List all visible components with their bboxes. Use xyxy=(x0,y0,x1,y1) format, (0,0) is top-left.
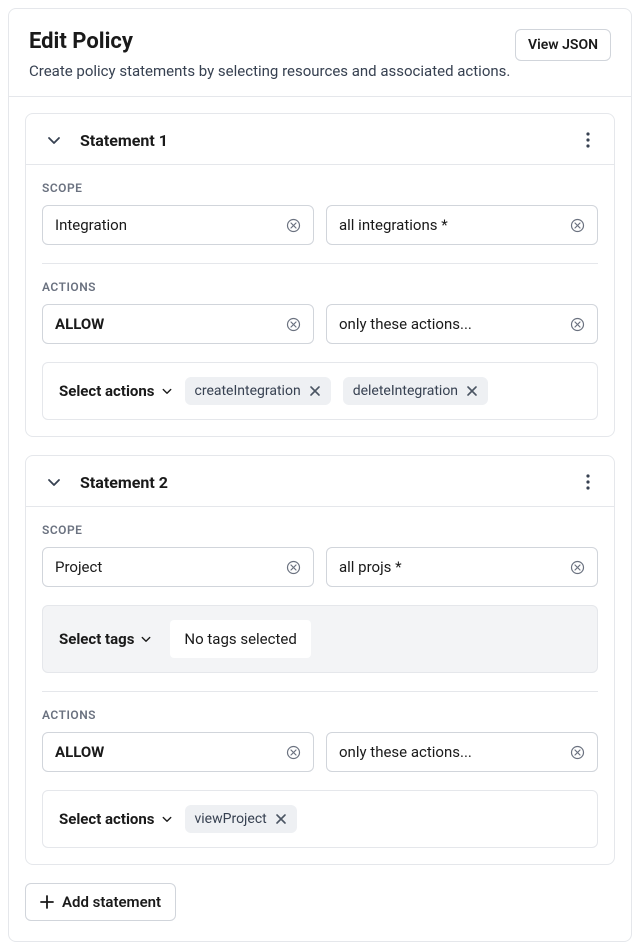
collapse-toggle[interactable] xyxy=(42,470,66,494)
more-vertical-icon xyxy=(586,474,590,490)
effect-value: ALLOW xyxy=(55,315,104,333)
remove-chip-button[interactable] xyxy=(466,385,478,397)
scope-target-select[interactable]: all integrations * xyxy=(326,205,598,245)
effect-value: ALLOW xyxy=(55,743,104,761)
statement-title: Statement 1 xyxy=(80,131,168,150)
remove-chip-button[interactable] xyxy=(309,385,321,397)
scope-label: SCOPE xyxy=(42,523,598,537)
statement-body: SCOPE Project all projs * xyxy=(26,507,614,864)
scope-type-select[interactable]: Project xyxy=(42,547,314,587)
scope-label: SCOPE xyxy=(42,181,598,195)
clear-circle-icon[interactable] xyxy=(570,560,585,575)
statement-body: SCOPE Integration all integrations * xyxy=(26,165,614,436)
close-icon xyxy=(275,813,287,825)
scope-target-value: all projs * xyxy=(339,558,402,576)
page-subtitle: Create policy statements by selecting re… xyxy=(29,62,611,80)
scope-target-value: all integrations * xyxy=(339,216,448,234)
action-chip: viewProject xyxy=(185,805,297,833)
clear-circle-icon[interactable] xyxy=(286,560,301,575)
more-vertical-icon xyxy=(586,132,590,148)
statement-card: Statement 1 SCOPE Integration xyxy=(25,113,615,437)
statement-title: Statement 2 xyxy=(80,473,168,492)
remove-chip-button[interactable] xyxy=(275,813,287,825)
actions-label: ACTIONS xyxy=(42,708,598,722)
effect-select[interactable]: ALLOW xyxy=(42,732,314,772)
select-tags-trigger[interactable]: Select tags xyxy=(59,630,152,648)
divider xyxy=(42,263,598,264)
chevron-down-icon xyxy=(161,385,173,397)
action-chip: deleteIntegration xyxy=(343,377,488,405)
actions-selector-box: Select actions createIntegration xyxy=(42,362,598,420)
panel-header: Edit Policy View JSON Create policy stat… xyxy=(9,9,631,97)
scope-type-value: Integration xyxy=(55,216,127,234)
chevron-down-icon xyxy=(161,813,173,825)
select-actions-trigger[interactable]: Select actions xyxy=(59,382,173,400)
action-chip: createIntegration xyxy=(185,377,331,405)
select-tags-label: Select tags xyxy=(59,630,134,648)
scope-type-value: Project xyxy=(55,558,102,576)
divider xyxy=(42,691,598,692)
actions-label: ACTIONS xyxy=(42,280,598,294)
page-title: Edit Policy xyxy=(29,29,133,54)
chip-label: viewProject xyxy=(195,811,267,827)
clear-circle-icon[interactable] xyxy=(286,317,301,332)
actions-selector-box: Select actions viewProject xyxy=(42,790,598,848)
statement-menu-button[interactable] xyxy=(578,470,598,494)
chevron-down-icon xyxy=(46,474,62,490)
statement-header: Statement 1 xyxy=(26,114,614,165)
tags-empty-message: No tags selected xyxy=(170,620,310,658)
select-actions-label: Select actions xyxy=(59,810,155,828)
statement-header: Statement 2 xyxy=(26,456,614,507)
tags-selector-box: Select tags No tags selected xyxy=(42,605,598,673)
effect-select[interactable]: ALLOW xyxy=(42,304,314,344)
plus-icon xyxy=(40,895,54,909)
panel-body: Statement 1 SCOPE Integration xyxy=(9,97,631,941)
statement-card: Statement 2 SCOPE Project xyxy=(25,455,615,865)
statement-menu-button[interactable] xyxy=(578,128,598,152)
action-filter-select[interactable]: only these actions... xyxy=(326,732,598,772)
add-statement-button[interactable]: Add statement xyxy=(25,883,176,921)
collapse-toggle[interactable] xyxy=(42,128,66,152)
chevron-down-icon xyxy=(46,132,62,148)
action-filter-value: only these actions... xyxy=(339,315,472,333)
clear-circle-icon[interactable] xyxy=(570,218,585,233)
chevron-down-icon xyxy=(140,633,152,645)
chip-label: createIntegration xyxy=(195,383,301,399)
chip-label: deleteIntegration xyxy=(353,383,458,399)
select-actions-trigger[interactable]: Select actions xyxy=(59,810,173,828)
scope-type-select[interactable]: Integration xyxy=(42,205,314,245)
edit-policy-panel: Edit Policy View JSON Create policy stat… xyxy=(8,8,632,942)
add-statement-label: Add statement xyxy=(62,893,161,911)
clear-circle-icon[interactable] xyxy=(286,218,301,233)
clear-circle-icon[interactable] xyxy=(570,745,585,760)
action-filter-select[interactable]: only these actions... xyxy=(326,304,598,344)
select-actions-label: Select actions xyxy=(59,382,155,400)
close-icon xyxy=(309,385,321,397)
view-json-button[interactable]: View JSON xyxy=(515,29,611,61)
clear-circle-icon[interactable] xyxy=(286,745,301,760)
scope-target-select[interactable]: all projs * xyxy=(326,547,598,587)
clear-circle-icon[interactable] xyxy=(570,317,585,332)
action-filter-value: only these actions... xyxy=(339,743,472,761)
close-icon xyxy=(466,385,478,397)
